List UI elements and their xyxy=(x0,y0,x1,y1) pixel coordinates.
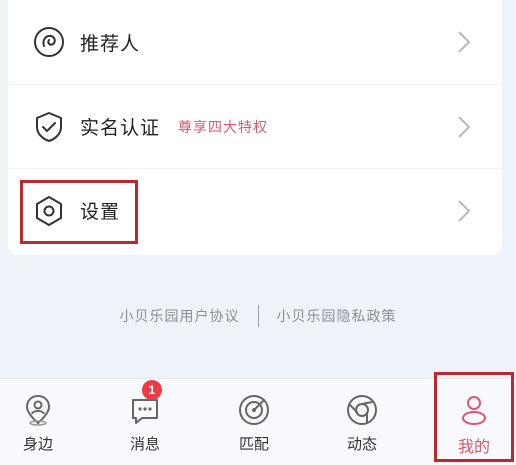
user-agreement-link[interactable]: 小贝乐园用户协议 xyxy=(120,306,240,326)
tab-label: 消息 xyxy=(129,435,160,453)
tab-match[interactable]: 匹配 xyxy=(214,379,294,465)
tab-moments[interactable]: 动态 xyxy=(322,379,402,465)
menu-item-label: 设置 xyxy=(80,201,121,223)
menu-item-settings[interactable]: 设置 xyxy=(8,168,502,252)
menu-card: 推荐人 实名认证 尊享四大特权 设置 xyxy=(8,0,502,255)
legal-links: 小贝乐园用户协议 小贝乐园隐私政策 xyxy=(0,302,516,330)
location-person-icon xyxy=(25,394,51,426)
tab-label: 我的 xyxy=(457,437,490,456)
menu-item-referrer[interactable]: 推荐人 xyxy=(8,0,502,84)
privacy-policy-link[interactable]: 小贝乐园隐私政策 xyxy=(277,306,397,326)
settings-hexagon-icon xyxy=(36,195,62,226)
unread-badge: 1 xyxy=(142,380,162,400)
tab-label: 匹配 xyxy=(238,435,269,453)
chevron-right-icon xyxy=(458,115,471,138)
tab-messages[interactable]: 1 消息 xyxy=(105,379,185,465)
chevron-right-icon xyxy=(458,199,471,222)
message-icon-wrap: 1 xyxy=(128,380,162,427)
moments-icon xyxy=(347,395,377,425)
tab-mine[interactable]: 我的 xyxy=(434,379,514,465)
menu-item-label: 实名认证 xyxy=(80,117,161,139)
bottom-tab-bar: 身边 1 消息 匹配 动态 我的 xyxy=(0,378,516,465)
referrer-icon xyxy=(34,27,64,57)
menu-item-real-name-verification[interactable]: 实名认证 尊享四大特权 xyxy=(8,84,502,168)
tab-label: 动态 xyxy=(346,435,377,453)
match-radar-icon xyxy=(239,395,269,425)
profile-icon xyxy=(462,396,486,425)
privilege-tag: 尊享四大特权 xyxy=(178,119,268,136)
shield-check-icon xyxy=(36,111,62,142)
chevron-right-icon xyxy=(458,31,471,53)
tab-nearby[interactable]: 身边 xyxy=(0,379,78,465)
menu-item-label: 推荐人 xyxy=(80,32,141,55)
link-divider xyxy=(257,305,259,327)
tab-label: 身边 xyxy=(22,435,53,453)
